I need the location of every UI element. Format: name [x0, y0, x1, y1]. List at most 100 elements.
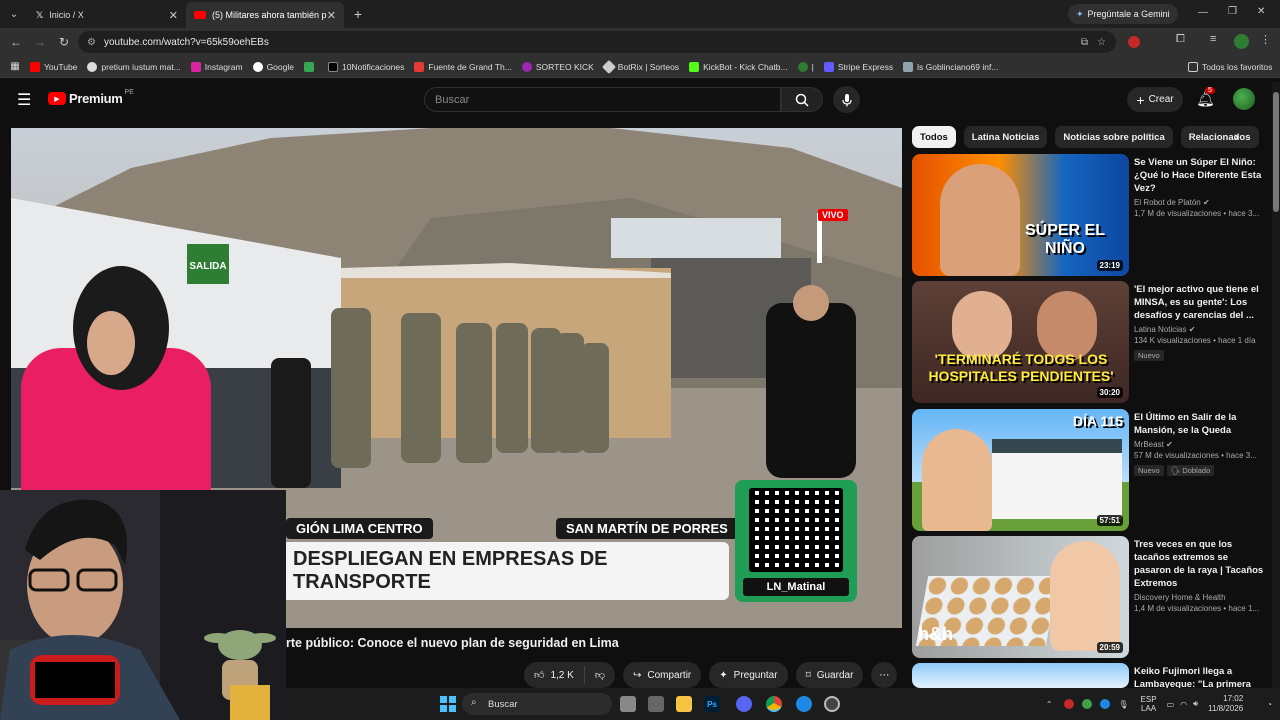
new-badge: Nuevo: [1134, 350, 1164, 361]
recommendation-item[interactable]: Keiko Fujimori llega a Lambayeque: "La p…: [912, 663, 1272, 688]
video-thumbnail[interactable]: DÍA 115 57:51: [912, 409, 1129, 531]
ask-button[interactable]: ✦ Preguntar: [709, 662, 788, 688]
video-thumbnail[interactable]: [912, 663, 1129, 688]
restore-icon[interactable]: ❐: [1228, 6, 1237, 17]
bookmark-item[interactable]: YouTube: [30, 61, 77, 72]
close-tab-icon[interactable]: ✕: [327, 9, 336, 22]
scrollbar-thumb[interactable]: [1273, 92, 1279, 212]
tab-search-icon[interactable]: ⌄: [0, 1, 28, 27]
video-thumbnail[interactable]: 'TERMINARÉ TODOS LOS HOSPITALES PENDIENT…: [912, 281, 1129, 403]
hamburger-menu-icon[interactable]: ☰: [17, 90, 31, 110]
dislike-button[interactable]: 👎︎: [585, 669, 615, 681]
install-icon[interactable]: ⧉: [1081, 37, 1088, 48]
tab-inicio-x[interactable]: 𝕏 Inicio / X ✕: [28, 2, 186, 28]
bookmark-item[interactable]: pretium iustum mat...: [87, 61, 181, 72]
recommendation-item[interactable]: SÚPER EL NIÑO 23:19 Se Viene un Súper El…: [912, 154, 1272, 276]
back-arrow-icon[interactable]: ←: [4, 35, 28, 49]
chip-todos[interactable]: Todos: [912, 126, 956, 148]
photoshop-icon[interactable]: Ps: [704, 696, 720, 712]
recommendation-item[interactable]: h&h 20:59 Tres veces en que los tacaños …: [912, 536, 1272, 658]
app-icon[interactable]: [824, 696, 840, 712]
reload-icon[interactable]: ↻: [52, 35, 76, 49]
notification-center-icon[interactable]: ◔: [1267, 700, 1272, 709]
forward-arrow-icon[interactable]: →: [28, 35, 52, 49]
app-icon[interactable]: [648, 696, 664, 712]
chip-noticias-politica[interactable]: Noticias sobre política: [1055, 126, 1173, 148]
search-button[interactable]: [781, 87, 823, 112]
voice-search-button[interactable]: [833, 86, 860, 113]
close-tab-icon[interactable]: ✕: [169, 9, 178, 22]
youtube-logo[interactable]: ▶ Premium PE: [48, 89, 134, 106]
chip-relacionados[interactable]: Relacionados: [1180, 126, 1259, 148]
bookmark-item[interactable]: |: [797, 61, 814, 72]
taskbar-search[interactable]: ⌕ Buscar: [462, 693, 612, 715]
windows-start-icon[interactable]: [440, 696, 456, 712]
gemini-button[interactable]: ✦ Pregúntale a Gemini: [1068, 4, 1178, 24]
minimize-icon[interactable]: —: [1198, 7, 1208, 18]
apps-grid-icon[interactable]: ▦: [0, 61, 30, 72]
language-indicator[interactable]: ESP LAA: [1141, 695, 1157, 713]
app-icon[interactable]: [796, 696, 812, 712]
rec-title[interactable]: El Último en Salir de la Mansión, se la …: [1134, 411, 1266, 437]
bookmark-item[interactable]: SORTEO KICK: [521, 61, 594, 72]
bookmark-item[interactable]: [303, 61, 318, 72]
discord-icon[interactable]: [736, 696, 752, 712]
extensions-puzzle-icon[interactable]: ⧠: [1176, 33, 1185, 46]
recommendation-item[interactable]: DÍA 115 57:51 El Último en Salir de la M…: [912, 409, 1272, 531]
rec-title[interactable]: Keiko Fujimori llega a Lambayeque: "La p…: [1134, 665, 1266, 688]
tray-app-icon[interactable]: [1064, 699, 1075, 709]
chip-latina-noticias[interactable]: Latina Noticias: [963, 126, 1048, 148]
account-avatar[interactable]: [1233, 88, 1255, 110]
bookmark-item[interactable]: Stripe Express: [823, 61, 893, 72]
rec-title[interactable]: 'El mejor activo que tiene el MINSA, es …: [1134, 283, 1266, 322]
bookmark-item[interactable]: Instagram: [190, 61, 243, 72]
all-favorites[interactable]: Todos los favoritos: [1188, 61, 1272, 72]
extension-icon[interactable]: [1128, 36, 1140, 48]
rec-channel[interactable]: El Robot de Platón ✔: [1134, 198, 1266, 207]
verified-icon: ✔: [1166, 440, 1173, 449]
like-button[interactable]: 👍︎ 1,2 K: [524, 666, 585, 684]
notifications-button[interactable]: 🔔︎ 5: [1196, 87, 1215, 109]
site-info-icon[interactable]: ⚙: [87, 37, 96, 48]
chrome-icon[interactable]: [766, 696, 782, 712]
close-window-icon[interactable]: ✕: [1257, 6, 1265, 17]
file-explorer-icon[interactable]: [676, 696, 692, 712]
rec-title[interactable]: Se Viene un Súper El Niño: ¿Qué lo Hace …: [1134, 156, 1266, 195]
chevron-up-icon[interactable]: ⌃: [1046, 700, 1053, 709]
rec-channel[interactable]: Latina Noticias ✔: [1134, 325, 1266, 334]
profile-avatar[interactable]: [1234, 34, 1249, 49]
chevron-right-icon[interactable]: ›: [1234, 128, 1239, 144]
tray-app-icon[interactable]: [1082, 699, 1093, 709]
url-field[interactable]: ⚙ youtube.com/watch?v=65k59oehEBs ⧉ ☆: [78, 31, 1116, 53]
page-scrollbar[interactable]: [1272, 82, 1280, 688]
rec-title[interactable]: Tres veces en que los tacaños extremos s…: [1134, 538, 1266, 590]
browser-menu-icon[interactable]: ⋮: [1260, 33, 1271, 46]
network-icon[interactable]: ▭: [1167, 700, 1175, 709]
more-actions-button[interactable]: ⋯: [871, 662, 898, 688]
bookmark-item[interactable]: KickBot - Kick Chatb...: [689, 61, 788, 72]
bookmark-item[interactable]: ls Goblinciano69 inf...: [903, 61, 998, 72]
tray-app-icon[interactable]: [1100, 699, 1111, 709]
clock[interactable]: 17:02 11/8/2026: [1208, 694, 1243, 714]
bookmark-item[interactable]: Google: [252, 61, 294, 72]
bookmark-item[interactable]: BotRix | Sorteos: [601, 59, 679, 74]
volume-icon[interactable]: 🔊︎: [1193, 699, 1198, 709]
menu-list-icon[interactable]: ≡: [1210, 33, 1216, 45]
wifi-icon[interactable]: ◠: [1180, 700, 1187, 709]
save-button[interactable]: ⌑ Guardar: [795, 662, 864, 688]
bookmark-item[interactable]: 10Notificaciones: [327, 61, 404, 72]
bookmark-star-icon[interactable]: ☆: [1097, 37, 1106, 48]
recommendation-item[interactable]: 'TERMINARÉ TODOS LOS HOSPITALES PENDIENT…: [912, 281, 1272, 403]
tab-youtube-video[interactable]: (5) Militares ahora también pro ✕: [186, 2, 344, 28]
rec-channel[interactable]: Discovery Home & Health: [1134, 593, 1266, 602]
microphone-icon[interactable]: 🎙︎: [1118, 700, 1128, 709]
video-thumbnail[interactable]: h&h 20:59: [912, 536, 1129, 658]
video-thumbnail[interactable]: SÚPER EL NIÑO 23:19: [912, 154, 1129, 276]
task-view-icon[interactable]: [620, 696, 636, 712]
share-button[interactable]: ↪ Compartir: [622, 662, 702, 688]
rec-channel[interactable]: MrBeast ✔: [1134, 440, 1266, 449]
create-button[interactable]: + Crear: [1127, 87, 1183, 112]
new-tab-icon[interactable]: +: [344, 1, 372, 27]
bookmark-item[interactable]: Fuente de Grand Th...: [414, 61, 512, 72]
search-input[interactable]: Buscar: [424, 87, 781, 112]
